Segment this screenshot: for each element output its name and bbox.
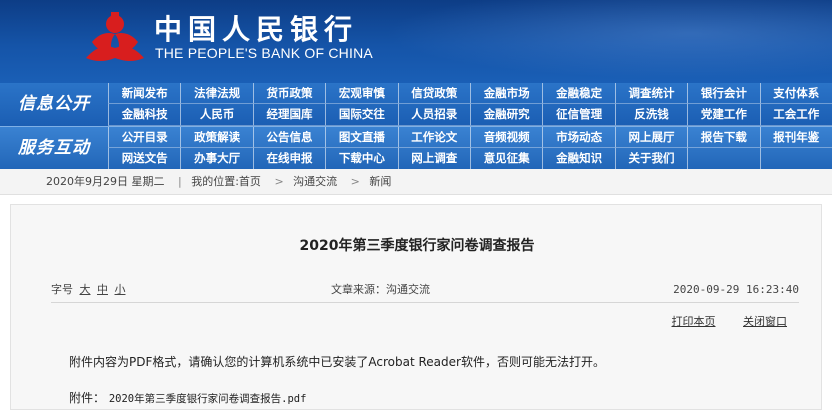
nav-item[interactable]: 金融市场: [470, 83, 543, 104]
attachment-link[interactable]: 2020年第三季度银行家问卷调查报告.pdf: [109, 393, 307, 405]
nav-item[interactable]: 银行会计: [687, 83, 760, 104]
font-large-link[interactable]: 大: [80, 283, 91, 296]
breadcrumb-level2[interactable]: 新闻: [369, 175, 391, 188]
divider: |: [178, 175, 182, 188]
main-nav: 信息公开 新闻发布 法律法规 货币政策 宏观审慎 信贷政策 金融市场 金融稳定 …: [0, 83, 832, 170]
nav-item-empty: [687, 148, 760, 170]
current-date: 2020年9月29日 星期二: [46, 175, 165, 188]
nav-item[interactable]: 政策解读: [180, 127, 253, 148]
nav-item[interactable]: 网上展厅: [614, 127, 688, 148]
article-meta: 字号 大 中 小 文章来源：沟通交流 2020-09-29 16:23:40: [51, 277, 799, 303]
site-header: 中国人民银行 THE PEOPLE'S BANK OF CHINA: [0, 0, 832, 83]
nav-item[interactable]: 金融知识: [542, 148, 615, 170]
nav-item[interactable]: 人民币: [180, 104, 253, 126]
nav-item[interactable]: 在线申报: [252, 148, 326, 170]
nav-item[interactable]: 音频视频: [470, 127, 543, 148]
attachment-line: 附件： 2020年第三季度银行家问卷调查报告.pdf: [69, 389, 306, 406]
nav-item[interactable]: 党建工作: [687, 104, 760, 126]
chevron-right-icon: >: [274, 175, 284, 188]
pdf-notice: 附件内容为PDF格式，请确认您的计算机系统中已安装了Acrobat Reader…: [69, 355, 605, 369]
nav-item[interactable]: 公告信息: [252, 127, 326, 148]
nav-item[interactable]: 公开目录: [108, 127, 181, 148]
print-link[interactable]: 打印本页: [672, 315, 716, 328]
nav-item[interactable]: 报刊年鉴: [759, 127, 832, 148]
nav-item[interactable]: 法律法规: [180, 83, 253, 104]
font-medium-link[interactable]: 中: [97, 283, 108, 296]
nav-item[interactable]: 下载中心: [325, 148, 398, 170]
nav-item[interactable]: 新闻发布: [108, 83, 181, 104]
nav-item[interactable]: 国际交往: [325, 104, 398, 126]
nav-item[interactable]: 市场动态: [542, 127, 615, 148]
chevron-right-icon: >: [350, 175, 360, 188]
nav-section-label: 服务互动: [18, 138, 90, 158]
nav-item[interactable]: 金融研究: [470, 104, 543, 126]
nav-item[interactable]: 人员招录: [397, 104, 470, 126]
nav-item[interactable]: 意见征集: [470, 148, 543, 170]
header-decoration: [360, 0, 832, 83]
nav-item[interactable]: 反洗钱: [614, 104, 688, 126]
nav-item[interactable]: 网上调查: [397, 148, 470, 170]
nav-item[interactable]: 支付体系: [759, 83, 832, 104]
nav-item[interactable]: 经理国库: [252, 104, 326, 126]
article-timestamp: 2020-09-29 16:23:40: [673, 283, 799, 296]
breadcrumb-level1[interactable]: 沟通交流: [293, 175, 337, 188]
nav-section-service: 服务互动 公开目录 政策解读 公告信息 图文直播 工作论文 音频视频 市场动态 …: [0, 126, 832, 170]
nav-item[interactable]: 金融科技: [108, 104, 181, 126]
nav-item[interactable]: 报告下载: [687, 127, 760, 148]
article-panel: 2020年第三季度银行家问卷调查报告 字号 大 中 小 文章来源：沟通交流 20…: [10, 204, 822, 410]
nav-item[interactable]: 图文直播: [325, 127, 398, 148]
nav-item[interactable]: 宏观审慎: [325, 83, 398, 104]
nav-item[interactable]: 征信管理: [542, 104, 615, 126]
font-size-controls: 字号 大 中 小: [51, 277, 126, 303]
close-window-link[interactable]: 关闭窗口: [743, 315, 787, 328]
attachment-label: 附件：: [69, 391, 106, 405]
article-source: 文章来源：沟通交流: [331, 283, 430, 296]
nav-item[interactable]: 货币政策: [252, 83, 326, 104]
nav-item[interactable]: 工作论文: [397, 127, 470, 148]
article-actions: 打印本页 关闭窗口: [648, 313, 788, 329]
breadcrumb-home[interactable]: 我的位置:首页: [191, 175, 261, 188]
logo-title-en[interactable]: THE PEOPLE'S BANK OF CHINA: [155, 45, 373, 61]
nav-item-empty: [759, 148, 832, 170]
nav-section-info: 信息公开 新闻发布 法律法规 货币政策 宏观审慎 信贷政策 金融市场 金融稳定 …: [0, 83, 832, 126]
font-small-link[interactable]: 小: [115, 283, 126, 296]
nav-item[interactable]: 办事大厅: [180, 148, 253, 170]
nav-item[interactable]: 调查统计: [614, 83, 688, 104]
nav-item[interactable]: 网送文告: [108, 148, 181, 170]
nav-grid-service: 公开目录 政策解读 公告信息 图文直播 工作论文 音频视频 市场动态 网上展厅 …: [108, 127, 832, 170]
breadcrumb: 2020年9月29日 星期二 | 我的位置:首页 > 沟通交流 > 新闻: [0, 169, 832, 195]
nav-item[interactable]: 关于我们: [614, 148, 688, 170]
pboc-emblem-icon: [86, 12, 144, 61]
logo-title-cn[interactable]: 中国人民银行: [154, 8, 358, 48]
article-title: 2020年第三季度银行家问卷调查报告: [299, 238, 535, 254]
nav-item[interactable]: 工会工作: [759, 104, 832, 126]
font-size-label: 字号: [51, 283, 73, 296]
nav-item[interactable]: 信贷政策: [397, 83, 470, 104]
nav-item[interactable]: 金融稳定: [542, 83, 615, 104]
nav-section-label: 信息公开: [18, 94, 90, 114]
nav-grid-info: 新闻发布 法律法规 货币政策 宏观审慎 信贷政策 金融市场 金融稳定 调查统计 …: [108, 83, 832, 126]
